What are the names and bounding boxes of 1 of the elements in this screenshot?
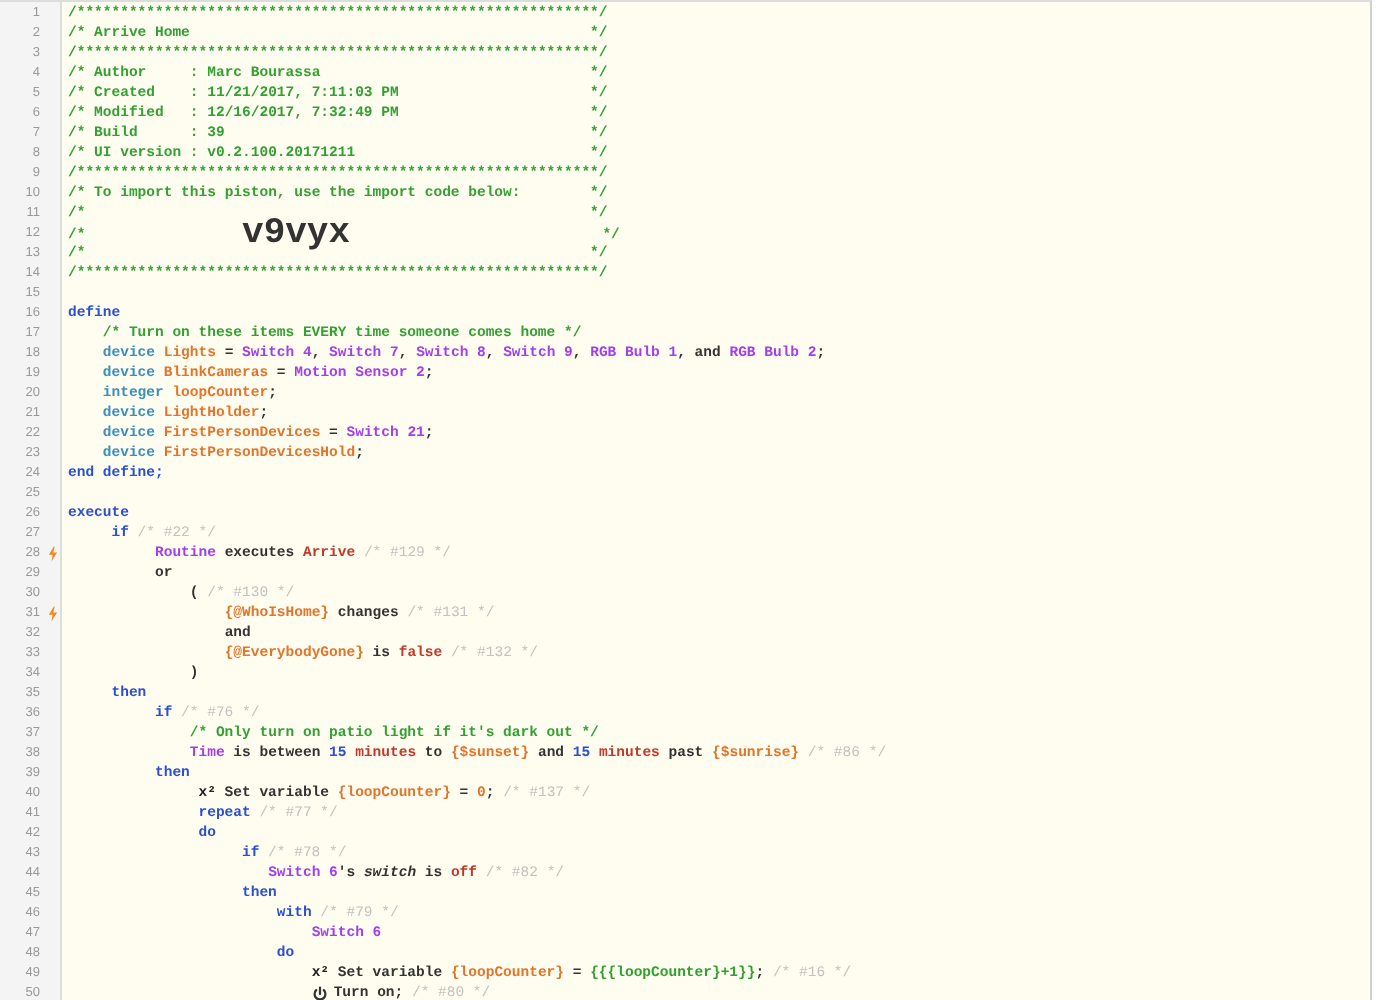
power-icon bbox=[311, 986, 328, 1000]
